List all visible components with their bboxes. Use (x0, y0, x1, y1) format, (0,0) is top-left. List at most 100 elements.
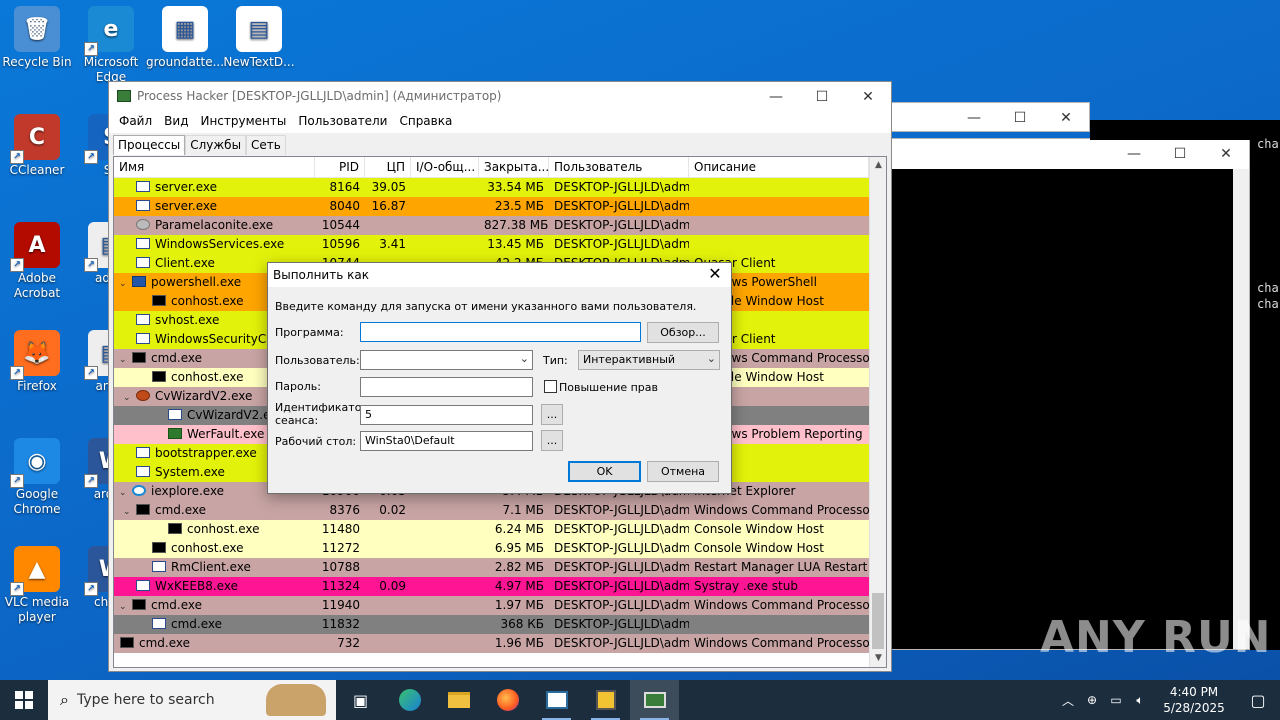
elevate-checkbox[interactable] (544, 380, 557, 393)
maximize-icon[interactable]: ☐ (1157, 139, 1203, 169)
chevron-down-icon[interactable]: ⌄ (119, 488, 129, 498)
network-icon[interactable]: ▭ (1104, 693, 1128, 707)
session-browse-button[interactable]: ... (541, 404, 563, 425)
maximize-icon[interactable]: ☐ (997, 103, 1043, 133)
console-scrollbar[interactable] (1233, 169, 1249, 649)
desktop-icon-newtextd[interactable]: ▤ NewTextD... (220, 6, 298, 70)
chevron-down-icon[interactable]: ⌄ (123, 393, 133, 403)
cell-desc: Systray .exe stub (694, 579, 798, 593)
taskbar-firefox[interactable] (483, 680, 532, 720)
type-select[interactable]: Интерактивный ⌄ (578, 350, 720, 370)
desktop-input[interactable]: WinSta0\Default (360, 431, 533, 451)
process-name: RmClient.exe (171, 560, 251, 574)
process-name: Client.exe (155, 256, 215, 270)
desktop-icon-label: VLC media player (4, 595, 70, 624)
taskbar-search[interactable]: ⌕ Type here to search (48, 680, 336, 720)
ok-button[interactable]: OK (568, 461, 641, 482)
cell-io (411, 197, 479, 216)
minimize-icon[interactable]: — (1111, 139, 1157, 169)
user-combobox[interactable]: ⌄ (360, 350, 533, 370)
menu-tools[interactable]: Инструменты (194, 111, 292, 133)
desktop-icon-recycle-bin[interactable]: 🗑 Recycle Bin (0, 6, 76, 70)
scroll-down-icon[interactable]: ▼ (870, 650, 886, 667)
column-header-user[interactable]: Пользователь (549, 157, 689, 177)
browse-button[interactable]: Обзор... (647, 322, 719, 343)
desktop-icon-ccleaner[interactable]: C ↗ CCleaner (0, 114, 76, 178)
notifications-icon[interactable]: ▢ (1236, 691, 1280, 710)
taskbar-process-hacker[interactable] (630, 680, 679, 720)
tab-processes[interactable]: Процессы (113, 135, 186, 155)
table-row[interactable]: RmClient.exe 10788 2.82 МБ DESKTOP-JGLLJLD\… (114, 558, 886, 577)
session-label: Идентификатор сеанса: (275, 401, 369, 427)
taskbar-file-explorer[interactable] (434, 680, 483, 720)
column-header-name[interactable]: Имя (114, 157, 315, 177)
desktop-icon-adobe-acrobat[interactable]: A ↗ Adobe Acrobat (0, 222, 76, 301)
menu-file[interactable]: Файл (113, 111, 158, 133)
desktop-icon-vlc-media-player[interactable]: ▲ ↗ VLC media player (0, 546, 76, 625)
dialog-title-bar[interactable]: Выполнить как ✕ (268, 263, 731, 287)
close-icon[interactable]: ✕ (1203, 139, 1249, 169)
minimize-icon[interactable]: — (951, 103, 997, 133)
task-view-button[interactable]: ▣ (336, 680, 385, 720)
chevron-down-icon[interactable]: ⌄ (119, 355, 129, 365)
menu-view[interactable]: Вид (158, 111, 194, 133)
table-row[interactable]: ⌄ cmd.exe 8376 0.02 7.1 МБ DESKTOP-JGLLJLD\ad… (114, 501, 886, 520)
password-input[interactable] (360, 377, 533, 397)
taskbar-app-window[interactable] (532, 680, 581, 720)
table-row[interactable]: Paramelaconite.exe 10544 827.38 МБ DESKTOP-… (114, 216, 886, 235)
table-row[interactable]: conhost.exe 11480 6.24 МБ DESKTOP-JGLLJLD\a… (114, 520, 886, 539)
chevron-up-icon[interactable]: ︿ (1056, 692, 1080, 709)
program-input[interactable] (360, 322, 641, 342)
shortcut-arrow-icon: ↗ (84, 150, 98, 164)
clock[interactable]: 4:40 PM 5/28/2025 (1152, 684, 1236, 716)
table-row[interactable]: server.exe 8164 39.05 33.54 МБ DESKTOP-JGLLJ… (114, 178, 886, 197)
scroll-up-icon[interactable]: ▲ (870, 157, 886, 174)
chevron-down-icon[interactable]: ⌄ (119, 602, 129, 612)
menu-help[interactable]: Справка (393, 111, 458, 133)
desktop-icon-microsoft-edge[interactable]: e ↗ Microsoft Edge (72, 6, 150, 85)
window-app-icon (545, 691, 568, 709)
start-button[interactable] (0, 680, 48, 720)
scroll-thumb[interactable] (872, 593, 884, 649)
maximize-icon[interactable]: ☐ (799, 82, 845, 112)
table-row[interactable]: server.exe 8040 16.87 23.5 МБ DESKTOP-JGLLJL… (114, 197, 886, 216)
close-icon[interactable]: ✕ (845, 82, 891, 112)
taskbar-app-installer[interactable] (581, 680, 630, 720)
column-header-pid[interactable]: PID (315, 157, 365, 177)
table-row[interactable]: conhost.exe 11272 6.95 МБ DESKTOP-JGLLJLD\a… (114, 539, 886, 558)
desktop-icon-groundatte[interactable]: ▦ groundatte... (146, 6, 224, 70)
table-row[interactable]: WxKEEB8.exe 11324 0.09 4.97 МБ DESKTOP-JGLLJ… (114, 577, 886, 596)
table-row[interactable]: WindowsServices.exe 10596 3.41 13.45 МБ DESK… (114, 235, 886, 254)
anyrun-watermark: ANY RUN (1040, 612, 1272, 663)
network-activity-icon[interactable]: ⊕ (1080, 693, 1104, 707)
type-label: Тип: (543, 354, 568, 367)
cancel-button[interactable]: Отмена (647, 461, 719, 482)
desktop-browse-button[interactable]: ... (541, 430, 563, 451)
close-icon[interactable]: ✕ (705, 264, 725, 283)
cell-pid: 10596 (321, 237, 360, 251)
session-input[interactable]: 5 (360, 405, 533, 425)
chevron-down-icon[interactable]: ⌄ (123, 507, 133, 517)
table-row[interactable]: ⌄ cmd.exe 11940 1.97 МБ DESKTOP-JGLLJLD\admi… (114, 596, 886, 615)
desktop-icon-google-chrome[interactable]: ◉ ↗ Google Chrome (0, 438, 76, 517)
volume-icon[interactable]: 🔈︎ (1128, 693, 1152, 708)
chevron-down-icon[interactable]: ⌄ (119, 279, 129, 289)
cell-pid: 11324 (321, 579, 360, 593)
tab-network[interactable]: Сеть (246, 135, 286, 155)
table-row[interactable]: cmd.exe 11832 368 КБ DESKTOP-JGLLJLD\admi (114, 615, 886, 634)
desktop-icon-firefox[interactable]: 🦊 ↗ Firefox (0, 330, 76, 394)
column-header-description[interactable]: Описание (689, 157, 869, 177)
vertical-scrollbar[interactable]: ▲ ▼ (869, 157, 886, 667)
taskbar-edge[interactable] (385, 680, 434, 720)
table-row[interactable]: cmd.exe 732 1.96 МБ DESKTOP-JGLLJLD\admi Win… (114, 634, 886, 653)
process-name: cmd.exe (155, 503, 207, 517)
column-header-private-bytes[interactable]: Закрыта... (479, 157, 549, 177)
column-header-io[interactable]: I/O-общ... (411, 157, 479, 177)
minimize-icon[interactable]: — (753, 82, 799, 112)
close-icon[interactable]: ✕ (1043, 103, 1089, 133)
column-header-cpu[interactable]: ЦП (365, 157, 411, 177)
tab-services[interactable]: Службы (185, 135, 247, 155)
app-icon: ◉ ↗ (10, 438, 60, 488)
title-bar[interactable]: Process Hacker [DESKTOP-JGLLJLD\admin] (… (109, 82, 891, 111)
menu-users[interactable]: Пользователи (292, 111, 393, 133)
